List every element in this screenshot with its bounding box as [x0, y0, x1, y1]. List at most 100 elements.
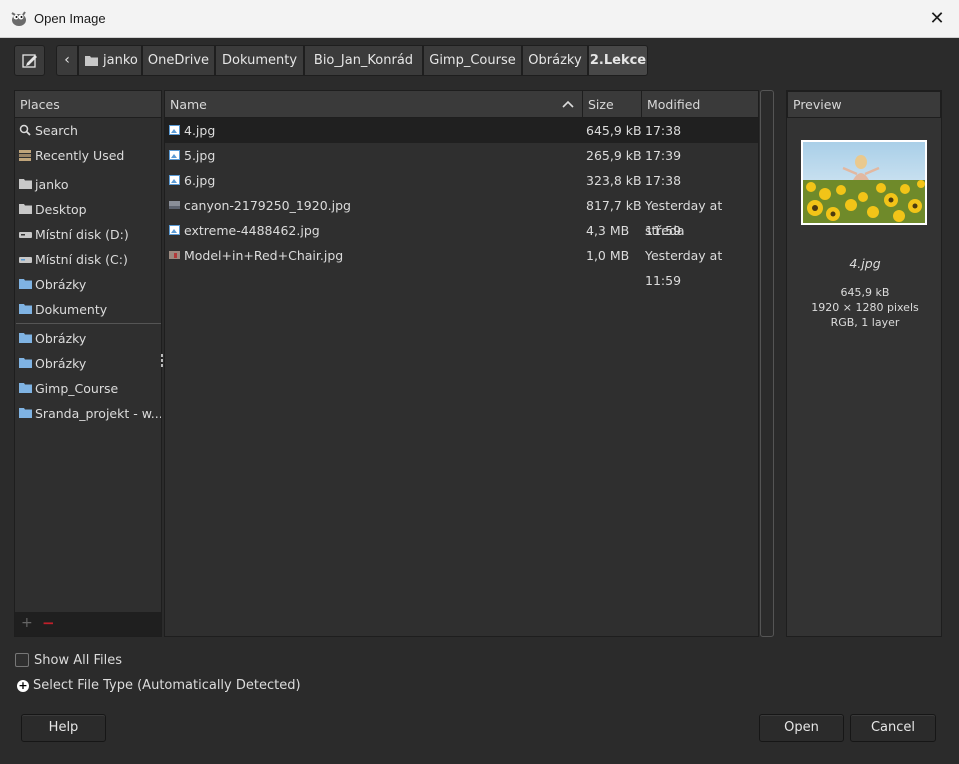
folder-icon: [19, 179, 32, 189]
file-name: 6.jpg: [184, 173, 216, 188]
cancel-button[interactable]: Cancel: [850, 714, 936, 742]
file-row[interactable]: canyon-2179250_1920.jpg 817,7 kB Yesterd…: [165, 193, 758, 238]
crumb-obrazky[interactable]: Obrázky: [522, 45, 588, 76]
file-name: 5.jpg: [184, 148, 216, 163]
place-label: Sranda_projekt - w...: [35, 406, 161, 421]
file-modified: středa: [645, 223, 685, 238]
place-label: Desktop: [35, 202, 87, 217]
file-size: 265,9 kB: [586, 148, 642, 163]
place-disk-c[interactable]: Místní disk (C:): [16, 247, 161, 272]
column-label: Name: [170, 97, 207, 112]
image-file-icon: [169, 225, 180, 235]
place-recently-used[interactable]: Recently Used: [16, 143, 161, 168]
preview-panel: Preview 4.jpg 645,9 kB 1920 × 1280 pixel…: [786, 90, 942, 637]
path-back-button[interactable]: ‹: [56, 45, 78, 76]
file-row[interactable]: 6.jpg 323,8 kB 17:38: [165, 168, 758, 193]
drive-icon: [19, 257, 32, 263]
crumb-dokumenty[interactable]: Dokumenty: [215, 45, 304, 76]
file-size: 323,8 kB: [586, 173, 642, 188]
edit-location-button[interactable]: [14, 45, 45, 76]
column-name-header[interactable]: Name: [165, 91, 583, 118]
place-label: Místní disk (D:): [35, 227, 129, 242]
preview-color-mode: RGB, 1 layer: [830, 316, 900, 329]
file-modified: 17:38: [645, 173, 682, 188]
column-size-header[interactable]: Size: [583, 91, 642, 118]
place-obrazky[interactable]: Obrázky: [16, 272, 161, 297]
preview-dimensions: 1920 × 1280 pixels: [811, 301, 919, 314]
column-modified-header[interactable]: Modified: [642, 91, 758, 118]
image-thumbnail-icon: [169, 201, 180, 209]
folder-blue-icon: [19, 304, 32, 314]
folder-blue-icon: [19, 358, 32, 368]
place-janko[interactable]: janko: [16, 172, 161, 197]
file-size: 4,3 MB: [586, 223, 630, 238]
preview-header: Preview: [787, 91, 941, 118]
pencil-icon: [22, 54, 37, 68]
column-label: Modified: [647, 97, 701, 112]
place-dokumenty[interactable]: Dokumenty: [16, 297, 161, 322]
file-list-header: Name Size Modified: [165, 91, 758, 118]
crumb-2-lekce[interactable]: 2.Lekce: [588, 45, 648, 76]
help-button[interactable]: Help: [21, 714, 106, 742]
crumb-janko[interactable]: janko: [78, 45, 142, 76]
place-bookmark-obrazky[interactable]: Obrázky: [16, 326, 161, 351]
place-desktop[interactable]: Desktop: [16, 197, 161, 222]
file-modified: Yesterday at 11:59: [645, 248, 723, 288]
crumb-bio-jan-konrad[interactable]: Bio_Jan_Konrád: [304, 45, 423, 76]
image-file-icon: [169, 125, 180, 135]
place-search[interactable]: Search: [16, 118, 161, 143]
places-separator: [16, 323, 161, 324]
folder-blue-icon: [19, 333, 32, 343]
file-row[interactable]: Model+in+Red+Chair.jpg 1,0 MB Yesterday …: [165, 243, 758, 288]
file-row[interactable]: 4.jpg 645,9 kB 17:38: [165, 118, 758, 143]
file-name: canyon-2179250_1920.jpg: [184, 198, 351, 213]
select-file-type-expander[interactable]: Select File Type (Automatically Detected…: [33, 678, 301, 693]
show-all-files-label[interactable]: Show All Files: [34, 653, 122, 668]
places-toolbar: + −: [15, 612, 161, 636]
places-header: Places: [15, 91, 161, 118]
place-bookmark-obrazky[interactable]: Obrázky: [16, 351, 161, 376]
crumb-gimp-course[interactable]: Gimp_Course: [423, 45, 522, 76]
sunflower-field-image: [803, 142, 925, 223]
image-file-icon: [169, 175, 180, 185]
folder-blue-icon: [19, 383, 32, 393]
place-label: Recently Used: [35, 148, 125, 163]
file-row[interactable]: extreme-4488462.jpg 4,3 MB středa: [165, 218, 758, 243]
file-size: 1,0 MB: [586, 248, 630, 263]
places-sidebar: Places Search Recently Used janko Deskto…: [14, 90, 162, 637]
preview-filename: 4.jpg: [849, 256, 881, 271]
image-thumbnail-icon: [169, 251, 180, 259]
place-label: Dokumenty: [35, 302, 108, 317]
place-label: Gimp_Course: [35, 381, 119, 396]
remove-bookmark-button[interactable]: −: [42, 614, 55, 632]
folder-icon: [85, 56, 98, 66]
expand-icon[interactable]: +: [17, 680, 29, 692]
gimp-logo-icon: [11, 11, 26, 26]
recent-icon: [19, 150, 31, 161]
folder-blue-icon: [19, 279, 32, 289]
place-bookmark-sranda-projekt[interactable]: Sranda_projekt - w...: [16, 401, 161, 426]
file-size: 817,7 kB: [586, 198, 642, 213]
title-bar: Open Image ✕: [0, 0, 959, 38]
add-bookmark-button[interactable]: +: [21, 615, 33, 631]
window-title: Open Image: [34, 11, 106, 26]
image-file-icon: [169, 150, 180, 160]
file-row[interactable]: 5.jpg 265,9 kB 17:39: [165, 143, 758, 168]
show-all-files-checkbox[interactable]: [15, 653, 29, 667]
crumb-onedrive[interactable]: OneDrive: [142, 45, 215, 76]
close-icon[interactable]: ✕: [927, 9, 947, 29]
file-modified: 17:38: [645, 123, 682, 138]
file-list: Name Size Modified 4.jpg 645,9 kB 17:38 …: [164, 90, 759, 637]
place-label: Search: [35, 123, 78, 138]
place-bookmark-gimp-course[interactable]: Gimp_Course: [16, 376, 161, 401]
preview-filesize: 645,9 kB: [840, 286, 890, 299]
search-icon: [19, 124, 31, 136]
crumb-label: janko: [103, 53, 138, 68]
place-label: Obrázky: [35, 356, 87, 371]
file-name: 4.jpg: [184, 123, 216, 138]
place-disk-d[interactable]: Místní disk (D:): [16, 222, 161, 247]
file-list-scrollbar[interactable]: [760, 90, 774, 637]
open-button[interactable]: Open: [759, 714, 844, 742]
file-name: Model+in+Red+Chair.jpg: [184, 248, 344, 263]
folder-icon: [19, 204, 32, 214]
